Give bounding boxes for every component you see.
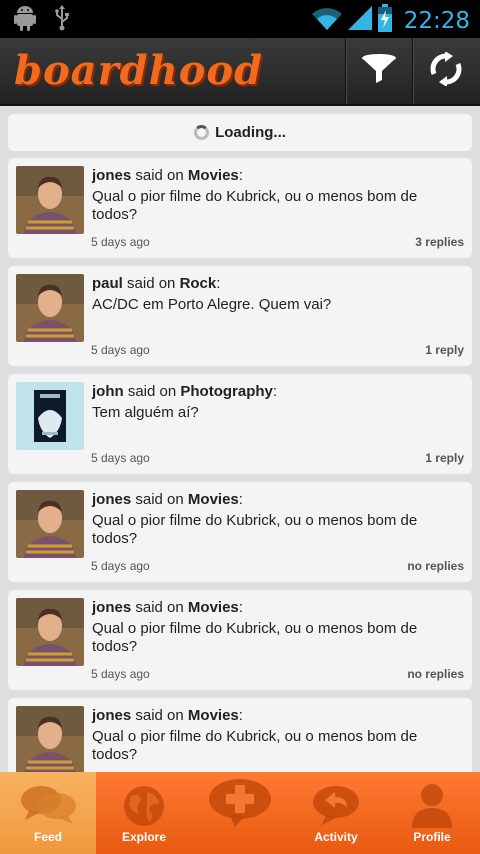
post-replies[interactable]: 1 reply xyxy=(425,343,464,357)
post-time: 5 days ago xyxy=(91,667,150,681)
post-header: jones said on Movies: xyxy=(92,490,243,510)
post-said-on: said on xyxy=(135,599,184,616)
post-header: jones said on Movies: xyxy=(92,598,243,618)
nav-add-post[interactable] xyxy=(192,772,288,854)
post-username[interactable]: jones xyxy=(92,599,131,616)
nav-activity-label: Activity xyxy=(314,830,358,844)
feed-list[interactable]: Loading... jones said on Movies: Qual o … xyxy=(0,106,480,772)
feed-post-card[interactable]: jones said on Movies: Qual o pior filme … xyxy=(8,698,472,772)
post-message: Qual o pior filme do Kubrick, ou o menos… xyxy=(92,620,418,655)
user-avatar[interactable] xyxy=(16,598,84,666)
reply-bubble-icon xyxy=(311,782,361,828)
user-avatar[interactable] xyxy=(16,706,84,772)
post-replies[interactable]: no replies xyxy=(407,667,464,681)
post-board[interactable]: Movies xyxy=(188,167,239,184)
post-board[interactable]: Movies xyxy=(188,707,239,724)
post-username[interactable]: jones xyxy=(92,167,131,184)
nav-feed-label: Feed xyxy=(33,830,62,844)
post-header: jones said on Movies: xyxy=(92,706,243,726)
spinner-icon xyxy=(194,125,210,140)
post-said-on: said on xyxy=(127,383,177,400)
post-username[interactable]: paul xyxy=(92,275,123,292)
post-header: paul said on Rock: xyxy=(92,274,220,294)
post-replies[interactable]: 3 replies xyxy=(415,235,464,249)
feed-post-card[interactable]: paul said on Rock: AC/DC em Porto Alegre… xyxy=(8,266,472,366)
post-said-on: said on xyxy=(135,707,184,724)
nav-explore[interactable]: Explore xyxy=(96,772,192,854)
bottom-nav: Feed Explore Activity Profile xyxy=(0,772,480,854)
nav-profile[interactable]: Profile xyxy=(384,772,480,854)
post-said-on: said on xyxy=(127,275,176,292)
nav-feed[interactable]: Feed xyxy=(0,772,96,854)
post-message: Qual o pior filme do Kubrick, ou o menos… xyxy=(92,728,418,763)
battery-charging-icon xyxy=(377,4,392,37)
post-said-on: said on xyxy=(135,167,184,184)
app-bar: boardhood xyxy=(0,38,480,106)
clock: 22:28 xyxy=(403,7,470,34)
filter-icon xyxy=(361,53,397,90)
post-board[interactable]: Rock xyxy=(180,275,217,292)
app-logo: boardhood xyxy=(14,47,264,94)
post-time: 5 days ago xyxy=(91,559,150,573)
post-username[interactable]: john xyxy=(92,383,124,400)
filter-button[interactable] xyxy=(345,38,412,104)
nav-explore-label: Explore xyxy=(121,830,166,844)
user-avatar[interactable] xyxy=(16,490,84,558)
post-colon: : xyxy=(272,383,278,400)
feed-post-card[interactable]: john said on Photography: Tem alguém aí?… xyxy=(8,374,472,474)
post-colon: : xyxy=(238,167,243,184)
post-header: john said on Photography: xyxy=(92,382,277,402)
post-replies[interactable]: 1 reply xyxy=(425,451,464,465)
feed-post-card[interactable]: jones said on Movies: Qual o pior filme … xyxy=(8,482,472,582)
person-icon xyxy=(410,782,454,828)
post-board[interactable]: Movies xyxy=(188,491,239,508)
globe-icon xyxy=(121,782,167,828)
nav-activity[interactable]: Activity xyxy=(288,772,384,854)
feed-post-card[interactable]: jones said on Movies: Qual o pior filme … xyxy=(8,590,472,690)
refresh-icon xyxy=(429,50,463,91)
user-avatar[interactable] xyxy=(16,274,84,342)
usb-icon xyxy=(54,5,70,36)
post-message: Qual o pior filme do Kubrick, ou o menos… xyxy=(92,512,418,547)
post-message: Tem alguém aí? xyxy=(92,404,199,421)
nav-profile-label: Profile xyxy=(413,830,451,844)
post-username[interactable]: jones xyxy=(92,707,131,724)
post-header: jones said on Movies: xyxy=(92,166,243,186)
post-colon: : xyxy=(216,275,221,292)
refresh-button[interactable] xyxy=(412,38,479,104)
status-bar: 22:28 xyxy=(0,0,480,38)
add-post-icon xyxy=(207,779,273,828)
feed-post-card[interactable]: jones said on Movies: Qual o pior filme … xyxy=(8,158,472,258)
loading-indicator: Loading... xyxy=(8,114,472,151)
user-avatar[interactable] xyxy=(16,166,84,234)
loading-text: Loading... xyxy=(215,124,286,141)
post-time: 5 days ago xyxy=(91,343,150,357)
wifi-icon xyxy=(311,5,342,36)
chat-bubbles-icon xyxy=(17,782,79,828)
android-debug-icon xyxy=(14,5,36,36)
post-username[interactable]: jones xyxy=(92,491,131,508)
post-said-on: said on xyxy=(135,491,184,508)
post-board[interactable]: Photography xyxy=(180,383,273,400)
post-colon: : xyxy=(238,491,243,508)
post-board[interactable]: Movies xyxy=(188,599,239,616)
post-colon: : xyxy=(238,707,243,724)
user-avatar[interactable] xyxy=(16,382,84,450)
post-time: 5 days ago xyxy=(91,235,150,249)
post-time: 5 days ago xyxy=(91,451,150,465)
post-message: Qual o pior filme do Kubrick, ou o menos… xyxy=(92,188,418,223)
post-colon: : xyxy=(238,599,243,616)
post-message: AC/DC em Porto Alegre. Quem vai? xyxy=(92,296,332,313)
post-replies[interactable]: no replies xyxy=(407,559,464,573)
signal-icon xyxy=(347,5,372,36)
